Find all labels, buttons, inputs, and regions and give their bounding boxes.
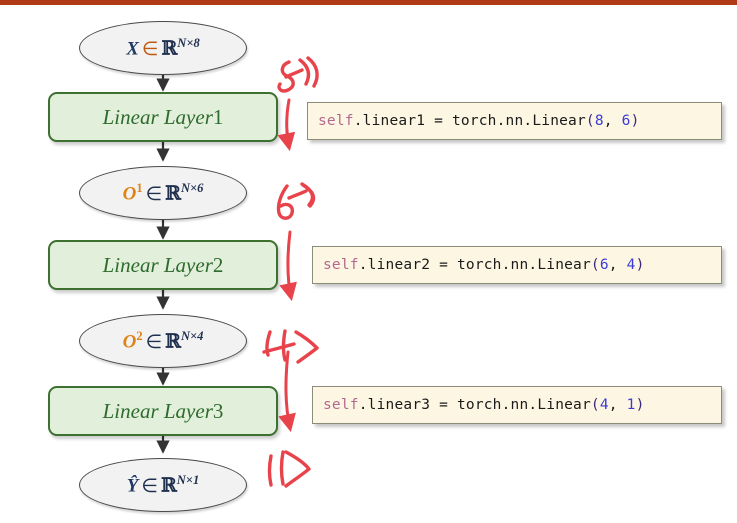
layer-2-number: 2 [212, 252, 224, 277]
reals-symbol: ℝ [165, 182, 181, 205]
code1-token-self: self [318, 113, 354, 129]
code-box-linear1-text: self.linear1 = torch.nn.Linear(8, 6) [318, 113, 640, 129]
reals-symbol: ℝ [161, 37, 178, 60]
layer-2-label: Linear Layer2 [103, 253, 224, 278]
annotation-arrow-8 [277, 98, 296, 152]
diagram-canvas: X ∈ ℝN×8 O1 ∈ ℝN×6 O2 ∈ ℝN×4 Ŷ ∈ ℝN×1 Linear Lay… [0, 0, 737, 523]
node-output-o2-label: O2 ∈ ℝN×4 [122, 329, 204, 353]
code3-token-close-paren: ) [635, 397, 645, 413]
node-input-x-label: X ∈ ℝN×8 [126, 36, 200, 60]
annotation-1 [267, 450, 311, 488]
node-output-o1: O1 ∈ ℝN×6 [79, 166, 247, 220]
code2-token-body: .linear2 = torch.nn.Linear [358, 257, 591, 273]
var-o1-superscript: 1 [136, 181, 143, 196]
annotation-4 [262, 329, 319, 364]
annotation-8 [277, 56, 319, 93]
code2-token-self: self [323, 257, 359, 273]
node-prediction-yhat-label: Ŷ ∈ ℝN×1 [126, 473, 200, 497]
code3-token-out-features: 1 [626, 397, 636, 413]
code2-token-close-paren: ) [635, 257, 645, 273]
layer-3-label: Linear Layer3 [103, 399, 224, 424]
var-o1: O [122, 183, 137, 205]
layer-1-number: 1 [212, 104, 224, 129]
layer-2-name: Linear Layer [102, 252, 213, 277]
var-x: X [126, 38, 139, 60]
code2-token-open-paren: ( [590, 257, 600, 273]
code2-token-out-features: 4 [626, 257, 636, 273]
code2-token-in-features: 6 [599, 257, 609, 273]
annotation-arrow-6 [279, 230, 297, 302]
reals-symbol: ℝ [165, 330, 181, 353]
code3-token-body: .linear3 = torch.nn.Linear [358, 397, 591, 413]
layer-3-number: 3 [212, 398, 224, 423]
shape-superscript: N×6 [180, 181, 204, 196]
code-box-linear2-text: self.linear2 = torch.nn.Linear(6, 4) [323, 257, 645, 273]
node-input-x: X ∈ ℝN×8 [79, 21, 247, 75]
shape-superscript: N×8 [177, 36, 200, 51]
node-output-o1-label: O1 ∈ ℝN×6 [122, 181, 204, 205]
code3-token-comma: , [608, 397, 627, 413]
annotation-6 [276, 182, 316, 220]
node-prediction-yhat: Ŷ ∈ ℝN×1 [79, 458, 247, 512]
code-box-linear2[interactable]: self.linear2 = torch.nn.Linear(6, 4) [312, 246, 722, 284]
var-o2-superscript: 2 [136, 329, 143, 344]
var-o2: O [122, 331, 137, 353]
code1-token-out-features: 6 [621, 113, 631, 129]
code-box-linear1[interactable]: self.linear1 = torch.nn.Linear(8, 6) [307, 102, 722, 140]
code1-token-in-features: 8 [594, 113, 604, 129]
element-of-symbol: ∈ [145, 331, 163, 353]
shape-superscript: N×4 [180, 329, 204, 344]
code-box-linear3-text: self.linear3 = torch.nn.Linear(4, 1) [323, 397, 645, 413]
code3-token-self: self [323, 397, 359, 413]
annotation-arrow-4 [278, 350, 296, 433]
node-output-o2: O2 ∈ ℝN×4 [79, 314, 247, 368]
element-of-symbol: ∈ [145, 183, 163, 205]
code3-token-open-paren: ( [590, 397, 600, 413]
layer-1-name: Linear Layer [102, 104, 213, 129]
shape-superscript: N×1 [176, 473, 200, 488]
layer-3-name: Linear Layer [102, 398, 213, 423]
layer-box-linear-layer-1[interactable]: Linear Layer1 [48, 92, 278, 142]
code1-token-close-paren: ) [630, 113, 640, 129]
code3-token-in-features: 4 [599, 397, 609, 413]
code2-token-comma: , [608, 257, 627, 273]
var-yhat: Ŷ [126, 475, 139, 497]
element-of-symbol: ∈ [141, 475, 158, 497]
layer-1-label: Linear Layer1 [103, 105, 224, 130]
code1-token-open-paren: ( [585, 113, 595, 129]
layer-box-linear-layer-2[interactable]: Linear Layer2 [48, 240, 278, 290]
layer-box-linear-layer-3[interactable]: Linear Layer3 [48, 386, 278, 436]
code1-token-body: .linear1 = torch.nn.Linear [353, 113, 586, 129]
code-box-linear3[interactable]: self.linear3 = torch.nn.Linear(4, 1) [312, 386, 722, 424]
element-of-symbol: ∈ [141, 38, 159, 60]
reals-symbol: ℝ [160, 474, 177, 497]
code1-token-comma: , [603, 113, 622, 129]
